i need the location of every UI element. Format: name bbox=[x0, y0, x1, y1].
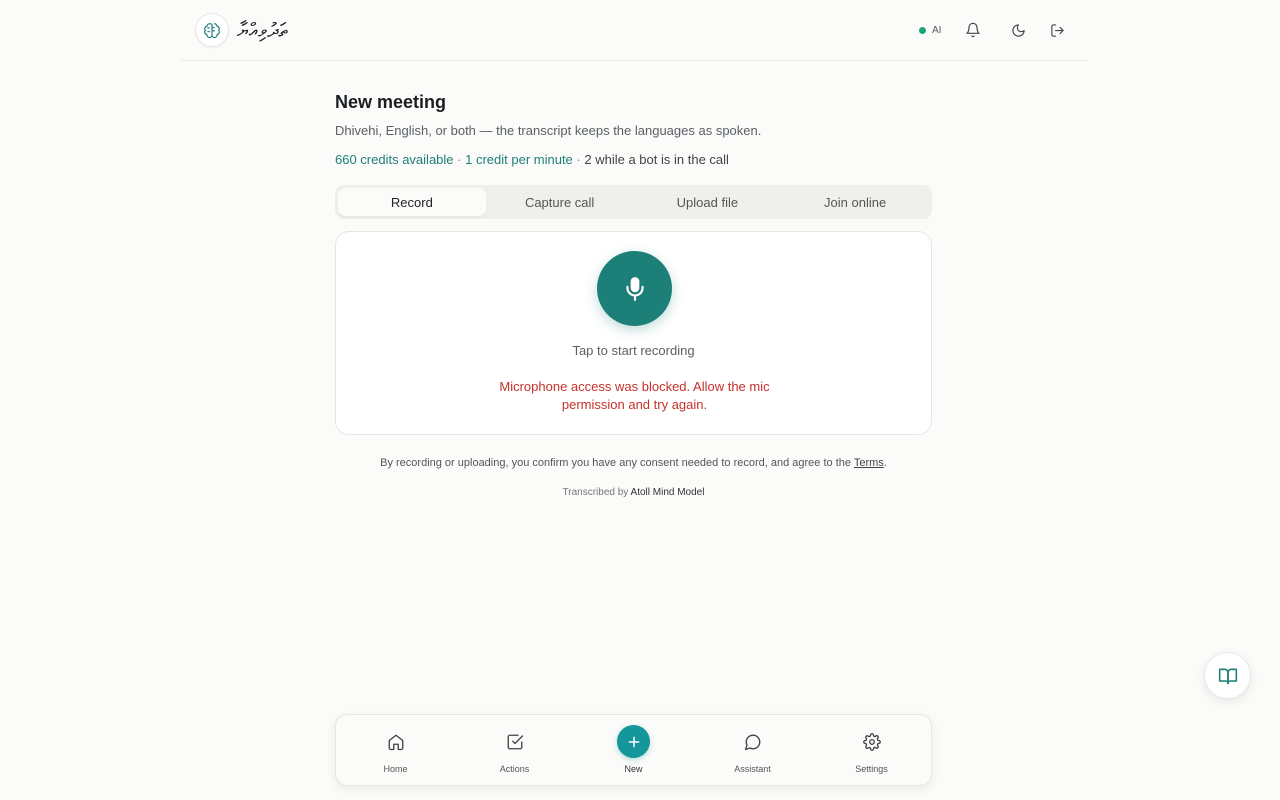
bot-rate: 2 while a bot is in the call bbox=[584, 152, 729, 167]
ai-status-badge[interactable]: AI bbox=[911, 19, 950, 41]
nav-actions-label: Actions bbox=[499, 764, 530, 774]
transcription-credit: Transcribed by Atoll Mind Model bbox=[335, 487, 932, 498]
separator: · bbox=[457, 152, 462, 167]
checkbox-icon bbox=[504, 731, 526, 753]
credits-info: 660 credits available · 1 credit per min… bbox=[335, 152, 932, 167]
nav-home[interactable]: Home bbox=[336, 715, 455, 785]
page-subtitle: Dhivehi, English, or both — the transcri… bbox=[335, 123, 762, 138]
terms-link[interactable]: Terms bbox=[854, 457, 884, 469]
bell-icon[interactable] bbox=[961, 18, 985, 42]
new-button[interactable] bbox=[617, 725, 650, 758]
chat-icon bbox=[742, 731, 764, 753]
nav-actions[interactable]: Actions bbox=[455, 715, 574, 785]
nav-assistant-label: Assistant bbox=[734, 764, 771, 774]
consent-period: . bbox=[883, 457, 887, 469]
nav-settings-label: Settings bbox=[855, 764, 888, 774]
nav-new[interactable]: New bbox=[574, 715, 693, 785]
consent-text: By recording or uploading, you confirm y… bbox=[380, 457, 851, 469]
ai-status-dot bbox=[919, 26, 926, 34]
new-meeting-panel: New meeting Dhivehi, English, or both — … bbox=[335, 88, 932, 498]
book-icon bbox=[1218, 666, 1238, 686]
model-name: Atoll Mind Model bbox=[630, 487, 705, 498]
bottom-nav: Home Actions New Assistant Settings bbox=[335, 714, 932, 786]
guide-button[interactable] bbox=[1204, 652, 1251, 699]
tab-join-online[interactable]: Join online bbox=[781, 188, 929, 216]
credit-rate: 1 credit per minute bbox=[465, 152, 573, 167]
app-logo-text: ތަދުވިއްޔާ bbox=[237, 18, 289, 42]
microphone-icon bbox=[622, 276, 648, 302]
home-icon bbox=[385, 731, 407, 753]
nav-new-label: New bbox=[624, 764, 643, 774]
separator: · bbox=[576, 152, 581, 167]
ai-status-label: AI bbox=[932, 24, 942, 36]
nav-assistant[interactable]: Assistant bbox=[693, 715, 812, 785]
logout-icon[interactable] bbox=[1045, 18, 1069, 42]
nav-home-label: Home bbox=[383, 764, 408, 774]
plus-icon bbox=[626, 734, 642, 750]
mode-tabs: Record Capture call Upload file Join onl… bbox=[335, 185, 932, 219]
page-title: New meeting bbox=[335, 92, 447, 112]
moon-icon[interactable] bbox=[1006, 18, 1030, 42]
gear-icon bbox=[861, 731, 883, 753]
transcribed-by-label: Transcribed by bbox=[562, 487, 629, 498]
consent-notice: By recording or uploading, you confirm y… bbox=[335, 457, 932, 469]
nav-settings[interactable]: Settings bbox=[812, 715, 931, 785]
record-button[interactable] bbox=[597, 251, 672, 326]
tab-upload-file[interactable]: Upload file bbox=[634, 188, 782, 216]
recorder-card: Tap to start recording Microphone access… bbox=[335, 231, 932, 435]
brain-logo-icon[interactable] bbox=[195, 13, 229, 47]
tap-to-record-hint: Tap to start recording bbox=[572, 343, 695, 358]
tab-record[interactable]: Record bbox=[338, 188, 486, 216]
mic-error-message: Microphone access was blocked. Allow the… bbox=[499, 379, 770, 412]
credits-available: 660 credits available bbox=[335, 152, 454, 167]
app-header: ތަދުވިއްޔާ AI bbox=[180, 0, 1088, 61]
tab-capture-call[interactable]: Capture call bbox=[486, 188, 634, 216]
